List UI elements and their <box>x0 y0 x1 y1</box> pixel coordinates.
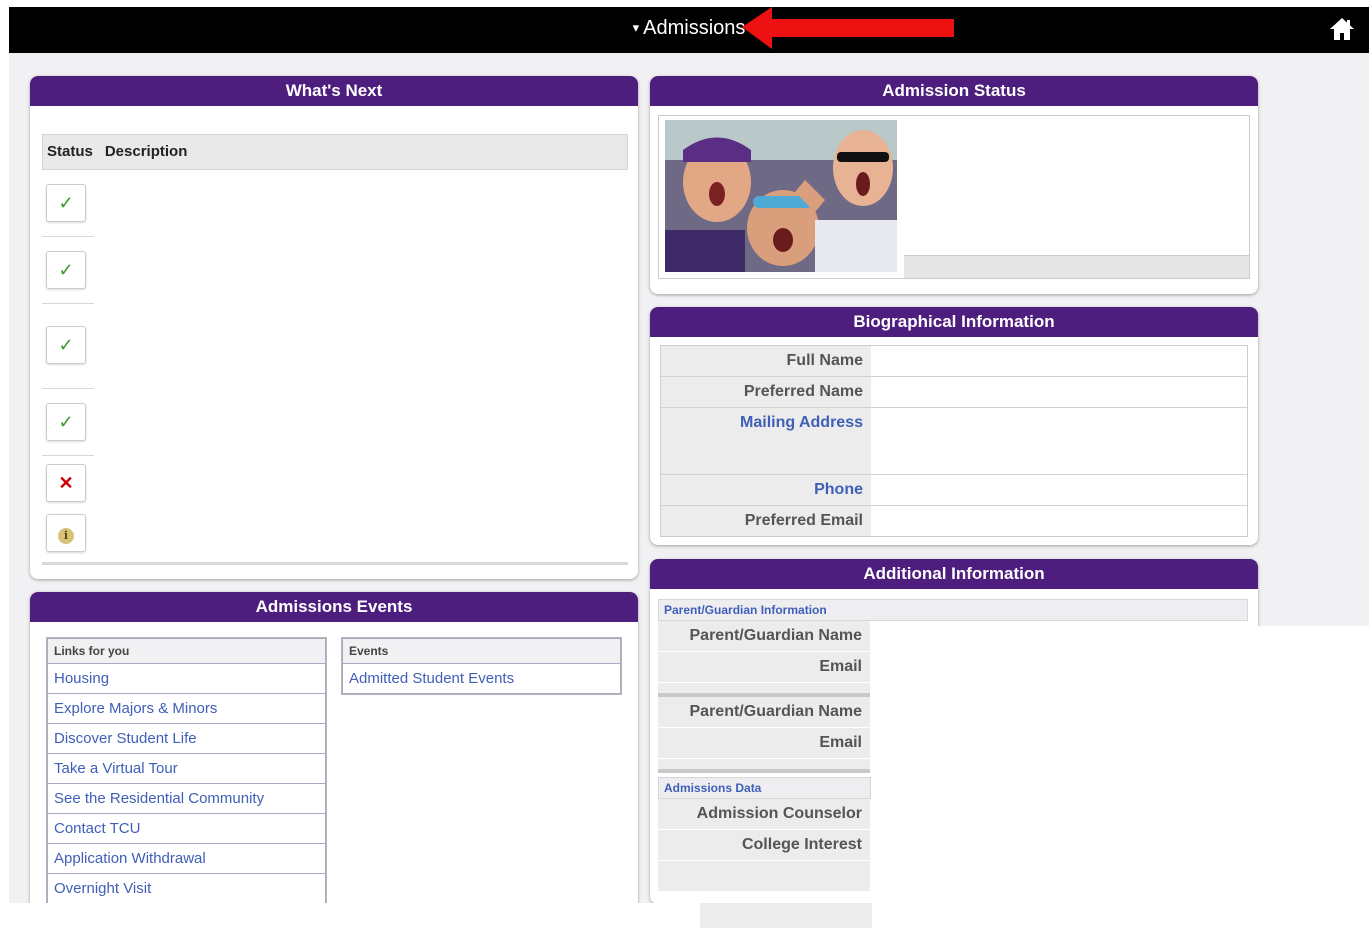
status-column-header: Status <box>47 143 93 160</box>
whats-next-table: Status Description ✓ ✓ ✓ ✓ ✕ i <box>42 134 628 566</box>
parent1-name-label: Parent/Guardian Name <box>658 621 870 652</box>
preferred-name-value <box>871 377 1247 407</box>
photo-caption-strip <box>904 255 1249 278</box>
info-icon[interactable]: i <box>46 514 86 552</box>
status-photo-frame <box>658 115 1250 279</box>
table-row: ✓ <box>42 389 94 456</box>
preferred-name-row: Preferred Name <box>661 377 1247 408</box>
page-title[interactable]: ▾ Admissions <box>9 7 1369 49</box>
parent2-email-label: Email <box>658 728 870 759</box>
events-table: Events Admitted Student Events <box>341 637 622 695</box>
full-name-row: Full Name <box>661 346 1247 377</box>
parent2-name-label: Parent/Guardian Name <box>658 697 870 728</box>
link-housing[interactable]: Housing <box>47 664 326 694</box>
link-residential-community[interactable]: See the Residential Community <box>47 784 326 814</box>
whats-next-title: What's Next <box>30 76 638 106</box>
admissions-events-panel: Admissions Events Links for you Housing … <box>30 592 638 922</box>
additional-info-title: Additional Information <box>650 559 1258 589</box>
preferred-email-label: Preferred Email <box>661 506 871 536</box>
check-icon: ✓ <box>46 326 86 364</box>
admission-status-panel: Admission Status <box>650 76 1258 294</box>
check-icon: ✓ <box>46 251 86 289</box>
parent1-email-label: Email <box>658 652 870 683</box>
link-virtual-tour[interactable]: Take a Virtual Tour <box>47 754 326 784</box>
links-for-you-heading: Links for you <box>47 638 326 664</box>
check-icon: ✓ <box>46 184 86 222</box>
college-interest-label: College Interest <box>658 830 870 861</box>
parent-guardian-heading: Parent/Guardian Information <box>658 599 1248 621</box>
link-admitted-student-events[interactable]: Admitted Student Events <box>342 664 621 694</box>
link-explore-majors[interactable]: Explore Majors & Minors <box>47 694 326 724</box>
events-heading: Events <box>342 638 621 664</box>
biographical-info-panel: Biographical Information Full Name Prefe… <box>650 307 1258 545</box>
full-name-label: Full Name <box>661 346 871 376</box>
check-icon: ✓ <box>46 403 86 441</box>
link-student-life[interactable]: Discover Student Life <box>47 724 326 754</box>
red-arrow-annotation <box>742 7 954 49</box>
full-name-value <box>871 346 1247 376</box>
admission-counselor-label: Admission Counselor <box>658 799 870 830</box>
divider <box>658 769 870 773</box>
table-row: i <box>42 508 94 566</box>
table-row: ✓ <box>42 237 94 304</box>
whats-next-panel: What's Next Status Description ✓ ✓ ✓ ✓ ✕ … <box>30 76 638 579</box>
admissions-data-heading: Admissions Data <box>658 777 871 799</box>
link-overnight-visit[interactable]: Overnight Visit <box>47 874 326 904</box>
mailing-address-value <box>871 408 1247 474</box>
table-row: ✓ <box>42 304 94 389</box>
bottom-blank-area <box>0 903 1369 928</box>
bottom-gray-strip <box>700 903 872 928</box>
whats-next-header-row: Status Description <box>42 134 628 170</box>
admission-status-title: Admission Status <box>650 76 1258 106</box>
phone-value <box>871 475 1247 505</box>
link-application-withdrawal[interactable]: Application Withdrawal <box>47 844 326 874</box>
x-icon: ✕ <box>46 464 86 502</box>
table-footer-divider <box>42 562 628 565</box>
phone-link[interactable]: Phone <box>661 475 871 505</box>
page-title-text[interactable]: Admissions <box>643 17 745 39</box>
biographical-info-table: Full Name Preferred Name Mailing Address… <box>660 345 1248 537</box>
spacer <box>658 683 870 693</box>
empty-label <box>658 861 870 892</box>
preferred-email-row: Preferred Email <box>661 506 1247 536</box>
preferred-name-label: Preferred Name <box>661 377 871 407</box>
description-column-header: Description <box>104 143 188 160</box>
admissions-events-title: Admissions Events <box>30 592 638 622</box>
phone-row: Phone <box>661 475 1247 506</box>
home-icon[interactable] <box>1329 17 1355 41</box>
spacer <box>658 759 870 769</box>
top-navigation-bar: ▾ Admissions <box>9 7 1369 53</box>
fans-cheering-photo <box>665 120 897 272</box>
table-row: ✕ <box>42 456 94 508</box>
dropdown-caret-icon[interactable]: ▾ <box>633 20 640 35</box>
mailing-address-row: Mailing Address <box>661 408 1247 475</box>
mailing-address-link[interactable]: Mailing Address <box>661 408 871 474</box>
links-for-you-table: Links for you Housing Explore Majors & M… <box>46 637 327 905</box>
blank-overlay <box>875 626 1369 928</box>
table-row: ✓ <box>42 170 94 237</box>
biographical-info-title: Biographical Information <box>650 307 1258 337</box>
preferred-email-value <box>871 506 1247 536</box>
link-contact-tcu[interactable]: Contact TCU <box>47 814 326 844</box>
